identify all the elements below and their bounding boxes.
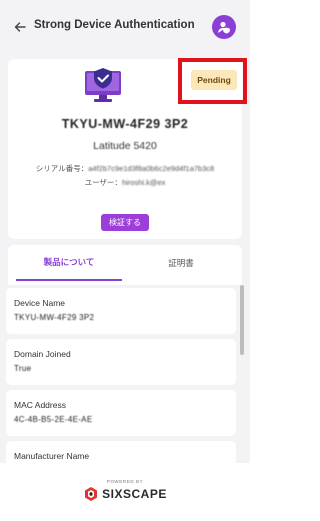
detail-label: Device Name [14, 298, 66, 308]
user-shield-icon[interactable] [212, 15, 236, 39]
tab-bar: 製品について 証明書 [8, 245, 242, 285]
detail-item-device-name: Device Name TKYU-MW-4F29 3P2 [6, 288, 236, 334]
detail-item-domain-joined: Domain Joined True [6, 339, 236, 385]
detail-item-mac-address: MAC Address 4C-4B-B5-2E-4E-AE [6, 390, 236, 436]
user-label: ユーザー： [84, 178, 122, 187]
page-title: Strong Device Authentication [34, 19, 195, 31]
serial-number-label: シリアル番号： [35, 164, 89, 173]
footer: POWERED BY SIXSCAPE [0, 463, 250, 521]
detail-value: 4C-4B-B5-2E-4E-AE [14, 415, 93, 424]
device-model: Latitude 5420 [93, 140, 157, 152]
user-line: ユーザー：hiroshi.k@ex [8, 177, 242, 188]
app-frame: Strong Device Authentication TKYU-MW-4F2… [0, 0, 250, 521]
verify-button[interactable]: 検証する [101, 214, 149, 231]
tab-certificate[interactable]: 証明書 [128, 245, 234, 281]
detail-label: Manufacturer Name [14, 451, 90, 461]
detail-label: Domain Joined [14, 349, 71, 359]
detail-label: MAC Address [14, 400, 66, 410]
monitor-shield-icon [83, 65, 123, 105]
scrollbar-thumb[interactable] [240, 285, 244, 355]
brand-name: SIXSCAPE [102, 487, 167, 501]
arrow-left-icon[interactable] [10, 17, 30, 37]
app-header: Strong Device Authentication [0, 0, 250, 55]
user-value: hiroshi.k@ex [121, 178, 166, 187]
tab-about[interactable]: 製品について [16, 245, 122, 281]
powered-by-label: POWERED BY [106, 479, 144, 484]
detail-value: True [14, 364, 32, 373]
status-badge: Pending [191, 70, 237, 90]
serial-number-value: a4f2b7c9e1d3f8a0b6c2e9d4f1a7b3c8 [88, 164, 215, 173]
device-name: TKYU-MW-4F29 3P2 [61, 117, 189, 131]
detail-value: TKYU-MW-4F29 3P2 [14, 313, 95, 322]
sixscape-logo-icon [85, 487, 98, 501]
serial-number-line: シリアル番号：a4f2b7c9e1d3f8a0b6c2e9d4f1a7b3c8 [8, 163, 242, 174]
brand-logo: SIXSCAPE [0, 486, 250, 502]
